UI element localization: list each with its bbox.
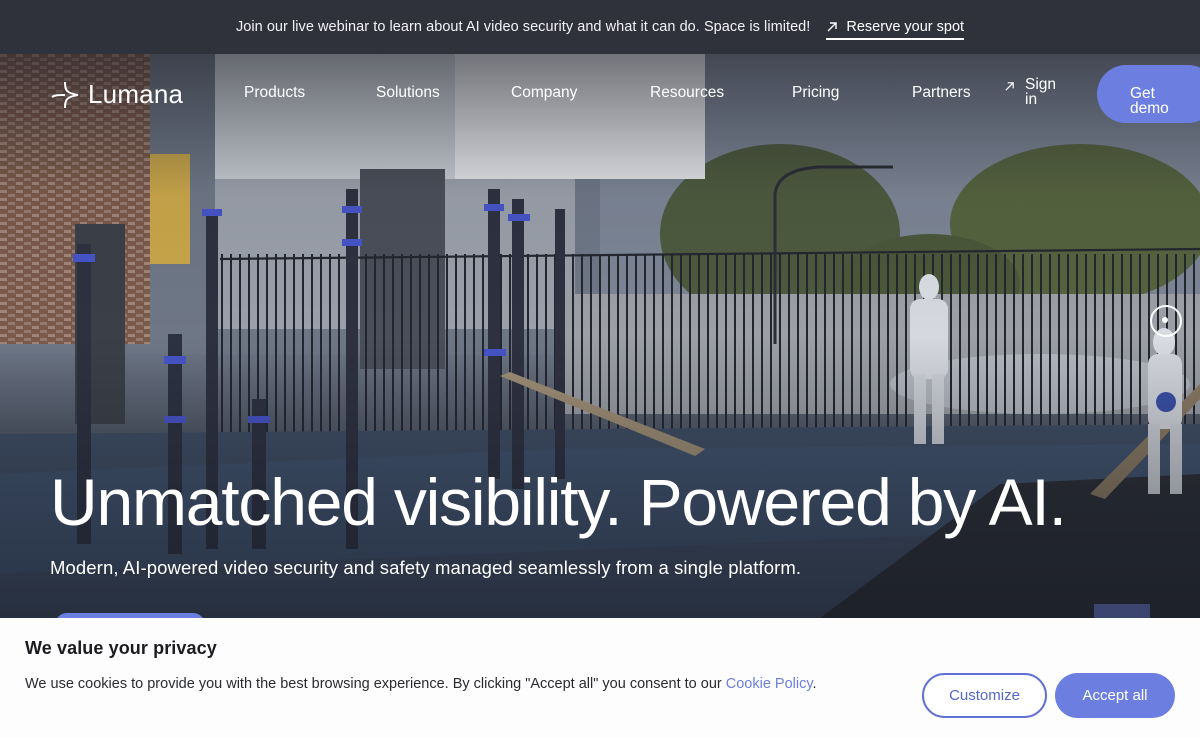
nav-item-company[interactable]: Company <box>511 84 577 102</box>
main-navigation: Lumana Products Solutions Company Resour… <box>0 54 1200 134</box>
sign-in-link[interactable]: Sign in <box>1004 77 1056 107</box>
announcement-message: Join our live webinar to learn about AI … <box>235 19 811 35</box>
get-demo-label-line1: Get <box>1130 85 1155 102</box>
get-demo-label-line2: demo <box>1130 100 1169 117</box>
nav-item-solutions[interactable]: Solutions <box>376 84 440 102</box>
nav-item-resources[interactable]: Resources <box>650 84 724 102</box>
cookie-consent-banner: We value your privacy We use cookies to … <box>0 618 1200 737</box>
hero-headline: Unmatched visibility. Powered by AI. <box>50 465 1067 539</box>
get-demo-button[interactable]: Get demo <box>1097 65 1200 123</box>
ai-tracking-dot-icon <box>1162 317 1168 323</box>
cookie-policy-link[interactable]: Cookie Policy <box>726 676 813 692</box>
sign-in-label-line2: in <box>1025 91 1038 108</box>
accept-all-button[interactable]: Accept all <box>1055 673 1175 718</box>
announcement-bar: Join our live webinar to learn about AI … <box>0 0 1200 54</box>
hero-subheadline: Modern, AI-powered video security and sa… <box>50 557 802 578</box>
cookie-banner-text: We use cookies to provide you with the b… <box>25 676 817 692</box>
nav-item-partners[interactable]: Partners <box>912 84 971 102</box>
cookie-banner-text-end: . <box>812 676 817 692</box>
arrow-up-right-icon <box>827 22 838 32</box>
sparkle-icon <box>51 81 79 108</box>
customize-button[interactable]: Customize <box>922 673 1047 718</box>
lumana-logo[interactable]: Lumana <box>50 79 183 110</box>
logo-text: Lumana <box>88 79 184 109</box>
sign-in-label-line1: Sign <box>1025 76 1057 93</box>
reserve-spot-label: Reserve your spot <box>846 19 965 35</box>
nav-item-pricing[interactable]: Pricing <box>792 84 839 102</box>
nav-item-products[interactable]: Products <box>244 84 305 102</box>
cookie-banner-body: We use cookies to provide you with the b… <box>25 676 726 692</box>
arrow-up-right-icon <box>1005 82 1014 91</box>
reserve-spot-link[interactable]: Reserve your spot <box>826 19 965 40</box>
cookie-banner-title: We value your privacy <box>25 638 217 658</box>
